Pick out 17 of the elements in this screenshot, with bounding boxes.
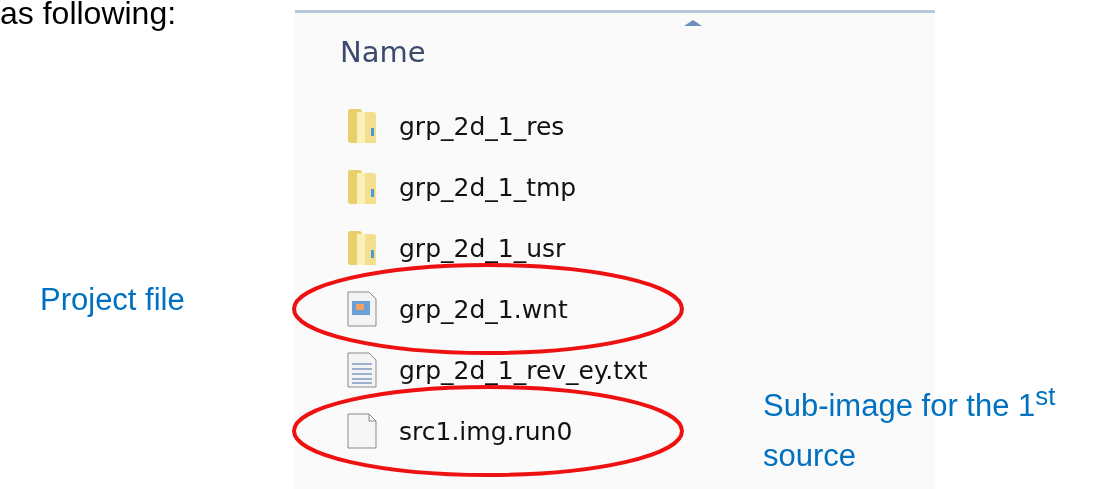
blank-file-icon <box>347 413 377 449</box>
folder-icon <box>347 230 377 266</box>
file-name[interactable]: grp_2d_1_rev_ey.txt <box>399 355 648 385</box>
intro-text: as following: <box>0 0 177 33</box>
callout-label: Project file <box>40 281 185 319</box>
sort-caret-icon[interactable] <box>682 19 704 27</box>
column-header[interactable]: Name <box>340 35 426 69</box>
folder-icon <box>347 108 377 144</box>
folder-icon <box>347 169 377 205</box>
file-name[interactable]: grp_2d_1_res <box>399 111 565 141</box>
text-file-icon <box>347 352 377 388</box>
callout-label: Sub-image for the 1$^{st}$ source <box>763 381 1057 476</box>
file-name[interactable]: grp_2d_1_usr <box>399 233 566 263</box>
file-name[interactable]: src1.img.run0 <box>399 416 573 446</box>
file-name[interactable]: grp_2d_1.wnt <box>399 294 568 324</box>
file-name[interactable]: grp_2d_1_tmp <box>399 172 577 202</box>
image-file-icon <box>347 291 377 327</box>
